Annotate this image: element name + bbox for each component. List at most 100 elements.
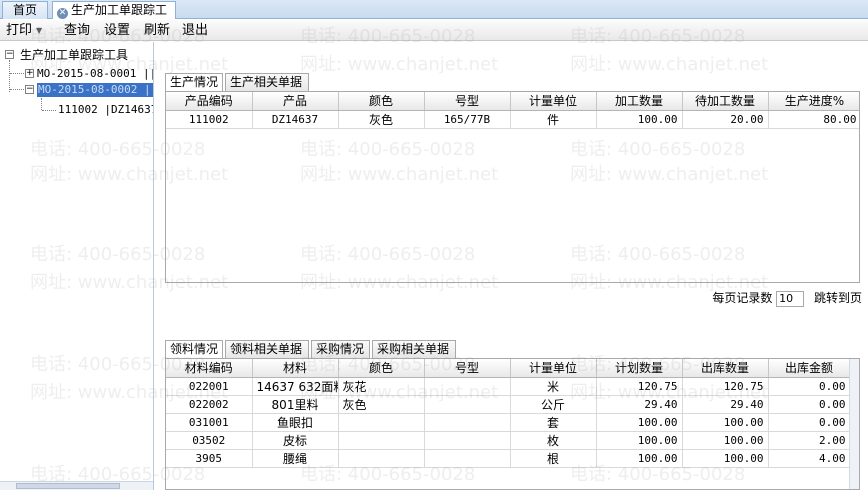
column-header[interactable]: 出库金额 xyxy=(768,359,851,378)
tab-home[interactable]: 首页 xyxy=(2,1,48,19)
menu-bar: 打印 ▼ 查询 设置 刷新 退出 xyxy=(0,20,868,41)
tree-item-product[interactable]: 111002 |DZ14637 || xyxy=(58,103,153,117)
page-size-label: 每页记录数 xyxy=(712,291,773,305)
color-cell xyxy=(338,449,425,468)
quantity-cell: 100.00 xyxy=(596,110,683,129)
print-menu-label: 打印 xyxy=(6,23,33,38)
grid-header: 材料编码 材料 颜色 号型 计量单位 计划数量 出库数量 出库金额 xyxy=(166,359,851,378)
tab-purchase-status[interactable]: 采购情况 xyxy=(311,340,370,358)
tab-production-documents[interactable]: 生产相关单据 xyxy=(225,73,309,91)
column-header[interactable]: 待加工数量 xyxy=(682,92,769,111)
tree-connector xyxy=(41,98,42,110)
column-header[interactable]: 计量单位 xyxy=(510,359,597,378)
jump-to-page-label[interactable]: 跳转到页 xyxy=(814,291,862,305)
table-row[interactable]: 022002 801里料 灰色 公斤 29.40 29.40 0.00 xyxy=(166,395,851,414)
issued-quantity-cell: 120.75 xyxy=(682,377,769,396)
color-cell xyxy=(338,413,425,432)
material-cell: 鱼眼扣 xyxy=(252,413,339,432)
column-header[interactable]: 产品编码 xyxy=(166,92,253,111)
page-size-input[interactable] xyxy=(776,290,805,307)
material-cell: 皮标 xyxy=(252,431,339,450)
table-row[interactable]: 03502 皮标 枚 100.00 100.00 2.00 xyxy=(166,431,851,450)
size-cell xyxy=(424,377,511,396)
progress-cell: 80.00 xyxy=(768,110,859,129)
color-cell xyxy=(338,431,425,450)
settings-button[interactable]: 设置 xyxy=(104,20,130,41)
tab-material-documents[interactable]: 领料相关单据 xyxy=(225,340,309,358)
tab-strip: 首页 ✕生产加工单跟踪工具 xyxy=(0,0,868,34)
column-header[interactable]: 号型 xyxy=(424,359,511,378)
color-cell: 灰色 xyxy=(338,395,425,414)
close-icon[interactable]: ✕ xyxy=(57,8,68,19)
planned-quantity-cell: 100.00 xyxy=(596,431,683,450)
tree-connector xyxy=(9,60,10,92)
query-button[interactable]: 查询 xyxy=(64,20,90,41)
tree-item-mo-0001[interactable]: MO-2015-08-0001 ||2015 xyxy=(37,67,153,81)
tab-purchase-documents[interactable]: 采购相关单据 xyxy=(372,340,456,358)
column-header[interactable]: 材料 xyxy=(252,359,339,378)
color-cell: 灰色 xyxy=(338,110,425,129)
size-cell xyxy=(424,395,511,414)
column-header[interactable]: 计量单位 xyxy=(510,92,597,111)
issued-amount-cell: 2.00 xyxy=(768,431,851,450)
issued-quantity-cell: 100.00 xyxy=(682,431,769,450)
pager: 每页记录数 跳转到页 xyxy=(712,289,862,307)
color-cell: 灰花 xyxy=(338,377,425,396)
expand-icon[interactable]: + xyxy=(25,69,34,78)
issued-amount-cell: 0.00 xyxy=(768,413,851,432)
material-code-cell: 031001 xyxy=(166,413,253,432)
tree-item-mo-0002[interactable]: MO-2015-08-0002 ||2015 xyxy=(37,83,153,97)
issued-quantity-cell: 100.00 xyxy=(682,449,769,468)
unit-cell: 枚 xyxy=(510,431,597,450)
collapse-icon[interactable]: − xyxy=(5,50,14,59)
column-header[interactable]: 计划数量 xyxy=(596,359,683,378)
material-code-cell: 022002 xyxy=(166,395,253,414)
table-row[interactable]: 022001 14637 632面料 灰花 米 120.75 120.75 0.… xyxy=(166,377,851,396)
tree-connector xyxy=(42,110,56,111)
tree-horizontal-scrollbar[interactable] xyxy=(0,481,153,490)
scrollbar-thumb[interactable] xyxy=(16,483,120,489)
column-header[interactable]: 加工数量 xyxy=(596,92,683,111)
column-header[interactable]: 出库数量 xyxy=(682,359,769,378)
exit-button[interactable]: 退出 xyxy=(182,20,208,41)
issued-quantity-cell: 29.40 xyxy=(682,395,769,414)
table-row[interactable]: 031001 鱼眼扣 套 100.00 100.00 0.00 xyxy=(166,413,851,432)
material-grid-scrollbar[interactable] xyxy=(849,359,859,489)
issued-amount-cell: 0.00 xyxy=(768,377,851,396)
column-header[interactable]: 生产进度% xyxy=(768,92,859,111)
unit-cell: 公斤 xyxy=(510,395,597,414)
column-header[interactable]: 号型 xyxy=(424,92,511,111)
tab-production-status[interactable]: 生产情况 xyxy=(165,73,223,91)
column-header[interactable]: 颜色 xyxy=(338,359,425,378)
column-header[interactable]: 颜色 xyxy=(338,92,425,111)
main-panel: 生产情况 生产相关单据 产品编码 产品 颜色 号型 计量单位 加工数量 待加工数… xyxy=(157,42,868,490)
planned-quantity-cell: 29.40 xyxy=(596,395,683,414)
size-cell xyxy=(424,449,511,468)
material-cell: 801里料 xyxy=(252,395,339,414)
tab-material-status[interactable]: 领料情况 xyxy=(165,340,223,358)
size-cell xyxy=(424,431,511,450)
material-code-cell: 022001 xyxy=(166,377,253,396)
collapse-icon[interactable]: − xyxy=(25,85,34,94)
material-code-cell: 03502 xyxy=(166,431,253,450)
product-code-cell: 111002 xyxy=(166,110,253,129)
planned-quantity-cell: 100.00 xyxy=(596,413,683,432)
unit-cell: 根 xyxy=(510,449,597,468)
print-menu[interactable]: 打印 ▼ xyxy=(6,20,42,41)
tree-connector xyxy=(10,73,24,74)
tab-tracking-tool[interactable]: ✕生产加工单跟踪工具 xyxy=(52,1,176,34)
column-header[interactable]: 材料编码 xyxy=(166,359,253,378)
issued-quantity-cell: 100.00 xyxy=(682,413,769,432)
material-cell: 腰绳 xyxy=(252,449,339,468)
unit-cell: 米 xyxy=(510,377,597,396)
tree-connector xyxy=(10,89,24,90)
planned-quantity-cell: 120.75 xyxy=(596,377,683,396)
refresh-button[interactable]: 刷新 xyxy=(144,20,170,41)
chevron-down-icon: ▼ xyxy=(36,26,43,35)
table-row[interactable]: 111002 DZ14637 灰色 165/77B 件 100.00 20.00… xyxy=(166,110,859,129)
issued-amount-cell: 0.00 xyxy=(768,395,851,414)
column-header[interactable]: 产品 xyxy=(252,92,339,111)
order-tree: − 生产加工单跟踪工具 + MO-2015-08-0001 ||2015 − M… xyxy=(0,42,154,490)
table-row[interactable]: 3905 腰绳 根 100.00 100.00 4.00 xyxy=(166,449,851,468)
tree-root[interactable]: 生产加工单跟踪工具 xyxy=(20,48,128,62)
